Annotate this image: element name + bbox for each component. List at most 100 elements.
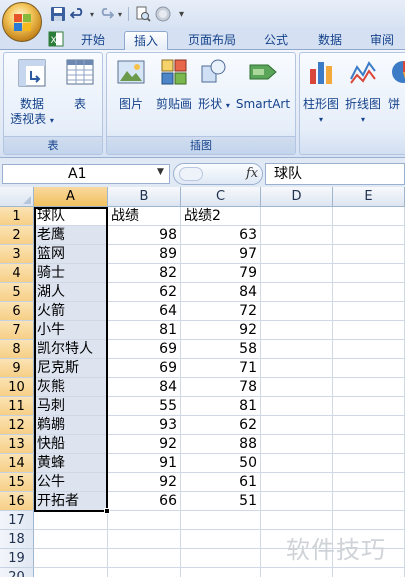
cell-d5[interactable] [261,283,333,302]
cell-b14[interactable]: 91 [108,454,181,473]
row-header-8[interactable]: 8 [0,340,34,359]
row-header-9[interactable]: 9 [0,359,34,378]
smartart-button[interactable]: SmartArt [233,57,293,112]
formula-resize-handle[interactable] [179,167,203,181]
cell-b16[interactable]: 66 [108,492,181,511]
cell-a19[interactable] [34,549,108,568]
cell-b4[interactable]: 82 [108,264,181,283]
cell-e8[interactable] [333,340,405,359]
cell-e9[interactable] [333,359,405,378]
cell-d1[interactable] [261,207,333,226]
undo-icon[interactable] [70,6,86,22]
cell-b1[interactable]: 战绩 [108,207,181,226]
cell-e3[interactable] [333,245,405,264]
cell-e1[interactable] [333,207,405,226]
formula-input[interactable]: 球队 [265,163,405,185]
cell-e16[interactable] [333,492,405,511]
cell-b18[interactable] [108,530,181,549]
cell-a6[interactable]: 火箭 [34,302,108,321]
cell-d17[interactable] [261,511,333,530]
cell-d8[interactable] [261,340,333,359]
cell-e20[interactable] [333,568,405,577]
cell-c12[interactable]: 62 [181,416,261,435]
row-header-12[interactable]: 12 [0,416,34,435]
undo-dropdown-icon[interactable]: ▾ [90,10,94,19]
cell-c20[interactable] [181,568,261,577]
row-header-7[interactable]: 7 [0,321,34,340]
row-header-10[interactable]: 10 [0,378,34,397]
column-header-c[interactable]: C [181,187,261,207]
cell-a3[interactable]: 篮网 [34,245,108,264]
column-header-a[interactable]: A [34,187,108,207]
cell-a15[interactable]: 公牛 [34,473,108,492]
row-header-15[interactable]: 15 [0,473,34,492]
cell-d16[interactable] [261,492,333,511]
redo-icon[interactable] [98,6,115,22]
cell-d3[interactable] [261,245,333,264]
cell-b10[interactable]: 84 [108,378,181,397]
cell-c18[interactable] [181,530,261,549]
cell-e14[interactable] [333,454,405,473]
cell-c11[interactable]: 81 [181,397,261,416]
column-chart-button[interactable]: 柱形图 ▾ [302,57,340,127]
cell-b8[interactable]: 69 [108,340,181,359]
row-header-13[interactable]: 13 [0,435,34,454]
cell-d9[interactable] [261,359,333,378]
tab-home[interactable]: 开始 [73,31,113,50]
cell-a4[interactable]: 骑士 [34,264,108,283]
clip-art-button[interactable]: 剪贴画 [153,57,195,112]
cell-d11[interactable] [261,397,333,416]
cell-e5[interactable] [333,283,405,302]
cell-a9[interactable]: 尼克斯 [34,359,108,378]
cell-c19[interactable] [181,549,261,568]
fill-handle[interactable] [104,508,110,514]
cell-d13[interactable] [261,435,333,454]
cell-e12[interactable] [333,416,405,435]
row-header-16[interactable]: 16 [0,492,34,511]
cell-a5[interactable]: 湖人 [34,283,108,302]
cell-d14[interactable] [261,454,333,473]
cell-d7[interactable] [261,321,333,340]
cell-c16[interactable]: 51 [181,492,261,511]
row-header-3[interactable]: 3 [0,245,34,264]
cell-c1[interactable]: 战绩2 [181,207,261,226]
cell-c10[interactable]: 78 [181,378,261,397]
cell-a20[interactable] [34,568,108,577]
cell-e15[interactable] [333,473,405,492]
shapes-button[interactable]: 形状 ▾ [197,57,231,113]
row-header-18[interactable]: 18 [0,530,34,549]
row-header-17[interactable]: 17 [0,511,34,530]
cell-a17[interactable] [34,511,108,530]
cell-b20[interactable] [108,568,181,577]
cell-c5[interactable]: 84 [181,283,261,302]
cell-b19[interactable] [108,549,181,568]
tab-formulas[interactable]: 公式 [256,31,296,50]
column-header-d[interactable]: D [261,187,333,207]
pie-chart-button[interactable]: 饼 [388,57,405,112]
cell-c9[interactable]: 71 [181,359,261,378]
cell-c14[interactable]: 50 [181,454,261,473]
column-header-e[interactable]: E [333,187,405,207]
tab-page-layout[interactable]: 页面布局 [180,31,244,50]
row-header-1[interactable]: 1 [0,207,34,226]
cell-e11[interactable] [333,397,405,416]
cell-e7[interactable] [333,321,405,340]
cell-a16[interactable]: 开拓者 [34,492,108,511]
row-header-2[interactable]: 2 [0,226,34,245]
save-icon[interactable] [50,6,66,22]
customize-dropdown-icon[interactable]: ▾ [179,9,184,20]
cell-c2[interactable]: 63 [181,226,261,245]
cell-b3[interactable]: 89 [108,245,181,264]
cell-b15[interactable]: 92 [108,473,181,492]
cell-d20[interactable] [261,568,333,577]
table-button[interactable]: 表 [60,57,100,112]
select-all-button[interactable] [0,187,34,207]
tab-insert[interactable]: 插入 [124,31,168,51]
row-header-6[interactable]: 6 [0,302,34,321]
worksheet-grid[interactable]: A B C D E 1 球队 战绩 战绩2 2 老鹰 98 63 3 篮网 89 97 4 骑士 82 79 5 湖人 62 8… [0,187,405,577]
row-header-4[interactable]: 4 [0,264,34,283]
name-box[interactable]: A1 [2,164,170,184]
cell-e10[interactable] [333,378,405,397]
cell-d15[interactable] [261,473,333,492]
redo-dropdown-icon[interactable]: ▾ [118,10,122,19]
